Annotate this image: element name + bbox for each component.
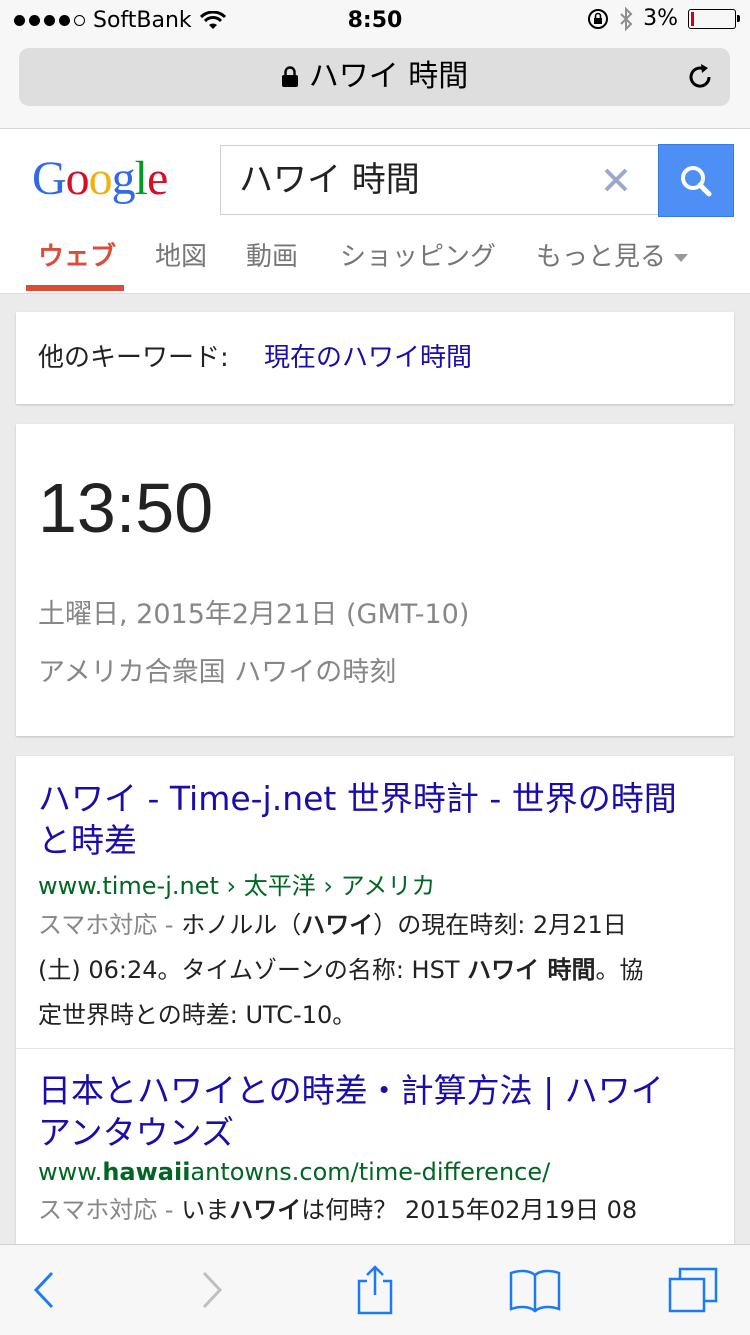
tabs-icon[interactable] — [666, 1265, 722, 1315]
related-label: 他のキーワード: — [38, 343, 229, 373]
result-title-line[interactable]: と時差 — [38, 820, 714, 862]
result-url-highlight[interactable]: hawaii — [102, 1158, 190, 1186]
time-answer-card: 13:50 土曜日, 2015年2月21日 (GMT-10) アメリカ合衆国 ハ… — [16, 424, 734, 736]
breadcrumb-separator: › — [315, 872, 341, 900]
url-label: ハワイ 時間 — [308, 59, 469, 94]
current-time: 13:50 — [38, 469, 214, 547]
result-item: 日本とハワイとの時差・計算方法 | ハワイ アンタウンズ www.hawaiia… — [38, 1070, 714, 1233]
battery-icon — [688, 8, 740, 29]
tab-videos[interactable]: 動画 — [246, 225, 298, 293]
tab-shopping[interactable]: ショッピング — [340, 225, 496, 293]
time-location: アメリカ合衆国 ハワイの時刻 — [38, 657, 397, 688]
snippet-text: は何時？ 2015年02月19日 08 — [301, 1196, 638, 1224]
reload-icon[interactable] — [684, 61, 716, 93]
result-title-line[interactable]: アンタウンズ — [38, 1112, 714, 1154]
rotation-lock-icon — [588, 8, 609, 29]
snippet-prefix: スマホ対応 - — [38, 1196, 182, 1224]
current-date: 土曜日, 2015年2月21日 (GMT-10) — [38, 599, 470, 630]
breadcrumb-item[interactable]: アメリカ — [341, 872, 436, 900]
breadcrumb-separator: › — [218, 872, 244, 900]
bookmarks-icon[interactable] — [507, 1265, 563, 1315]
result-title[interactable]: ハワイ - Time-j.net 世界時計 - 世界の時間 と時差 — [38, 778, 714, 862]
google-header: Google ハワイ 時間 ウェブ 地図 動画 ショッピング もっと見る — [0, 129, 750, 294]
related-link[interactable]: 現在のハワイ時間 — [264, 312, 472, 404]
tab-more-label: もっと見る — [536, 242, 667, 272]
result-snippet: スマホ対応 - ホノルル（ハワイ）の現在時刻: 2月21日 (土) 06:24。… — [38, 903, 714, 1038]
snippet-text: ホノルル（ — [181, 911, 302, 939]
search-tabs: ウェブ 地図 動画 ショッピング もっと見る — [0, 225, 750, 293]
related-keywords-card: 他のキーワード: 現在のハワイ時間 — [16, 312, 734, 404]
lock-icon — [281, 66, 298, 87]
snippet-text: いま — [181, 1196, 230, 1224]
result-url[interactable]: www.time-j.net › 太平洋 › アメリカ — [38, 866, 714, 901]
snippet-highlight: ハワイ — [301, 911, 374, 939]
search-icon — [681, 166, 712, 197]
result-snippet: スマホ対応 - いまハワイは何時？ 2015年02月19日 08 — [38, 1188, 714, 1233]
result-title-line[interactable]: ハワイ - Time-j.net 世界時計 - 世界の時間 — [38, 778, 714, 820]
result-url[interactable]: www.hawaiiantowns.com/time-difference/ — [38, 1158, 714, 1186]
status-right: 3% — [587, 6, 740, 31]
back-icon[interactable] — [16, 1265, 72, 1315]
result-url-host[interactable]: www.time-j.net — [38, 872, 219, 900]
result-divider — [16, 1048, 734, 1049]
snippet-highlight: ハワイ 時間 — [467, 956, 596, 984]
browser-toolbar — [0, 1244, 750, 1335]
url-text[interactable]: ハワイ 時間 — [19, 48, 730, 106]
result-item: ハワイ - Time-j.net 世界時計 - 世界の時間 と時差 www.ti… — [38, 778, 714, 1038]
url-bar[interactable]: ハワイ 時間 — [19, 48, 730, 106]
search-input[interactable]: ハワイ 時間 — [220, 145, 660, 215]
tab-more[interactable]: もっと見る — [536, 225, 689, 293]
result-url-part[interactable]: www. — [38, 1158, 102, 1186]
battery-percent: 3% — [643, 6, 678, 31]
snippet-text: ）の現在時刻: 2月21日 — [373, 911, 627, 939]
snippet-text: (土) 06:24。タイムゾーンの名称: HST — [38, 956, 468, 984]
search-button[interactable] — [658, 144, 734, 217]
active-tab-indicator — [26, 285, 124, 291]
tab-maps[interactable]: 地図 — [155, 225, 207, 293]
snippet-highlight: ハワイ — [229, 1196, 302, 1224]
result-title[interactable]: 日本とハワイとの時差・計算方法 | ハワイ アンタウンズ — [38, 1070, 714, 1154]
snippet-text: 。協 — [595, 956, 644, 984]
forward-icon[interactable] — [184, 1265, 240, 1315]
breadcrumb-item[interactable]: 太平洋 — [244, 872, 316, 900]
snippet-prefix: スマホ対応 - — [38, 911, 182, 939]
result-title-line[interactable]: 日本とハワイとの時差・計算方法 | ハワイ — [38, 1070, 714, 1112]
bluetooth-icon — [620, 6, 633, 31]
result-url-part[interactable]: antowns.com/time-difference/ — [190, 1158, 550, 1186]
clear-icon[interactable] — [598, 162, 634, 198]
browser-chrome-top: SoftBank 8:50 3% ハワイ 時間 — [0, 0, 750, 129]
share-icon[interactable] — [347, 1265, 403, 1315]
chevron-down-icon — [674, 253, 689, 262]
google-logo[interactable]: Google — [32, 151, 168, 206]
results-card: ハワイ - Time-j.net 世界時計 - 世界の時間 と時差 www.ti… — [16, 756, 734, 1276]
search-query[interactable]: ハワイ 時間 — [239, 146, 420, 214]
tab-web[interactable]: ウェブ — [38, 225, 116, 293]
snippet-text: 定世界時との時差: UTC-10。 — [38, 1001, 357, 1029]
